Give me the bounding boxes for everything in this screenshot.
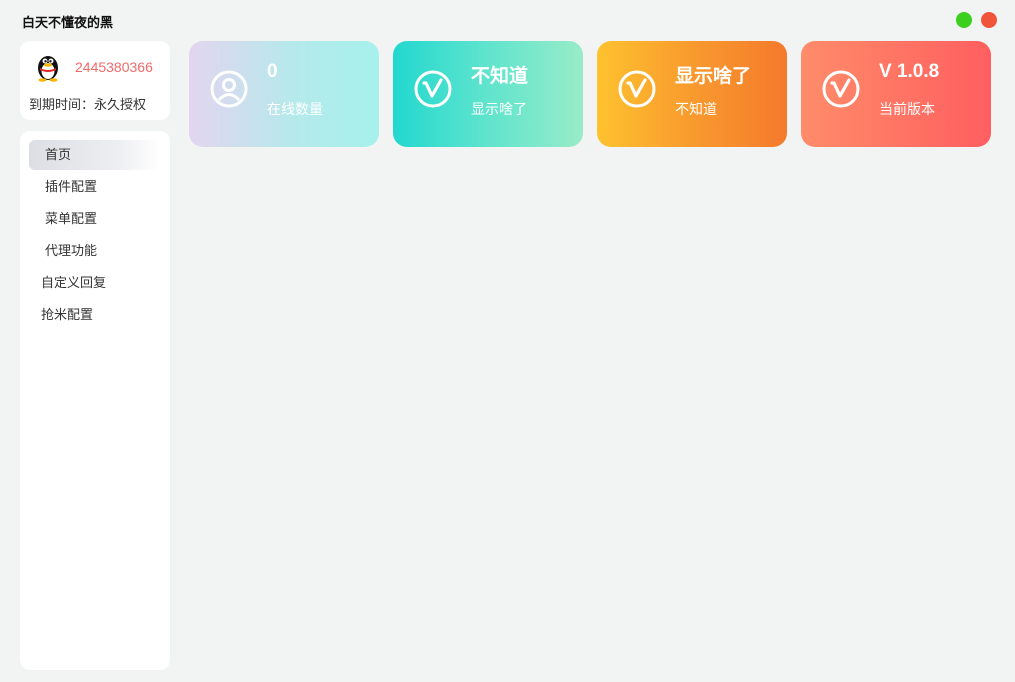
stat-card-2[interactable]: 不知道 显示啥了	[393, 41, 583, 147]
title-bar: 白天不懂夜的黑	[0, 0, 1015, 38]
user-id: 2445380366	[75, 59, 153, 75]
minimize-button[interactable]	[956, 12, 972, 28]
card-3-value: 显示啥了	[675, 66, 752, 87]
expire-time: 到期时间：永久授权	[29, 97, 147, 112]
nav-item-menu-config[interactable]: 菜单配置	[45, 204, 97, 234]
nav-item-grab-config[interactable]: 抢米配置	[41, 300, 93, 330]
nav-item-custom-reply[interactable]: 自定义回复	[41, 268, 106, 298]
card-2-value: 不知道	[471, 66, 529, 87]
window-title: 白天不懂夜的黑	[22, 15, 114, 30]
online-label: 在线数量	[267, 101, 323, 117]
user-circle-icon	[210, 70, 248, 108]
card-3-label: 不知道	[675, 101, 717, 117]
stat-card-3[interactable]: 显示啥了 不知道	[597, 41, 787, 147]
version-value: V 1.0.8	[879, 61, 940, 82]
v-circle-icon	[618, 70, 656, 108]
nav-item-plugin-config[interactable]: 插件配置	[45, 172, 97, 202]
online-count: 0	[267, 61, 278, 82]
user-info-card: 2445380366 到期时间：永久授权	[20, 41, 170, 120]
close-button[interactable]	[981, 12, 997, 28]
card-2-label: 显示啥了	[471, 101, 527, 117]
version-label: 当前版本	[879, 101, 935, 117]
sidebar-nav: 首页 插件配置 菜单配置 代理功能 自定义回复 抢米配置	[20, 131, 170, 670]
v-circle-icon	[822, 70, 860, 108]
stat-card-version[interactable]: V 1.0.8 当前版本	[801, 41, 991, 147]
qq-penguin-avatar	[38, 56, 58, 82]
v-circle-icon	[414, 70, 452, 108]
nav-item-proxy[interactable]: 代理功能	[45, 236, 97, 266]
stat-card-online[interactable]: 0 在线数量	[189, 41, 379, 147]
nav-item-home[interactable]: 首页	[29, 140, 160, 170]
